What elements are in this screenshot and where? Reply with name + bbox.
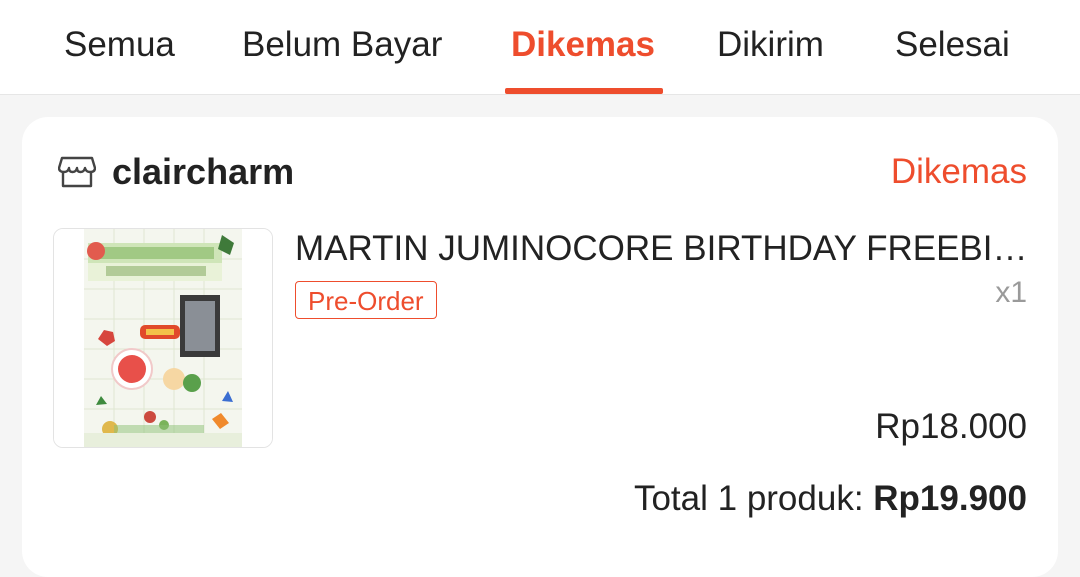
store-icon (58, 156, 96, 188)
order-status-label: Dikemas (890, 152, 1027, 191)
tab-belum-bayar[interactable]: Belum Bayar (242, 24, 442, 66)
order-status-tabs: Semua Belum Bayar Dikemas Dikirim Selesa… (0, 0, 1080, 95)
product-thumbnail[interactable] (53, 228, 273, 448)
tab-selesai[interactable]: Selesai (895, 24, 1010, 66)
tab-semua[interactable]: Semua (64, 24, 175, 66)
preorder-badge: Pre-Order (295, 281, 437, 319)
tab-dikirim[interactable]: Dikirim (717, 24, 824, 66)
order-card[interactable]: claircharm Dikemas MARTIN JUMINOCORE BIR… (22, 117, 1058, 577)
product-image (54, 229, 272, 447)
product-title[interactable]: MARTIN JUMINOCORE BIRTHDAY FREEBIES PACK (295, 228, 1031, 270)
product-price: Rp18.000 (875, 407, 1027, 446)
product-quantity: x1 (995, 276, 1027, 309)
tab-dikemas[interactable]: Dikemas (511, 24, 655, 66)
order-total-label: Total 1 produk: (633, 479, 874, 518)
order-total-amount: Rp19.900 (873, 479, 1027, 518)
active-tab-indicator (505, 88, 663, 94)
shop-name[interactable]: claircharm (112, 151, 294, 193)
order-total: Total 1 produk: Rp19.900 (634, 478, 1027, 520)
